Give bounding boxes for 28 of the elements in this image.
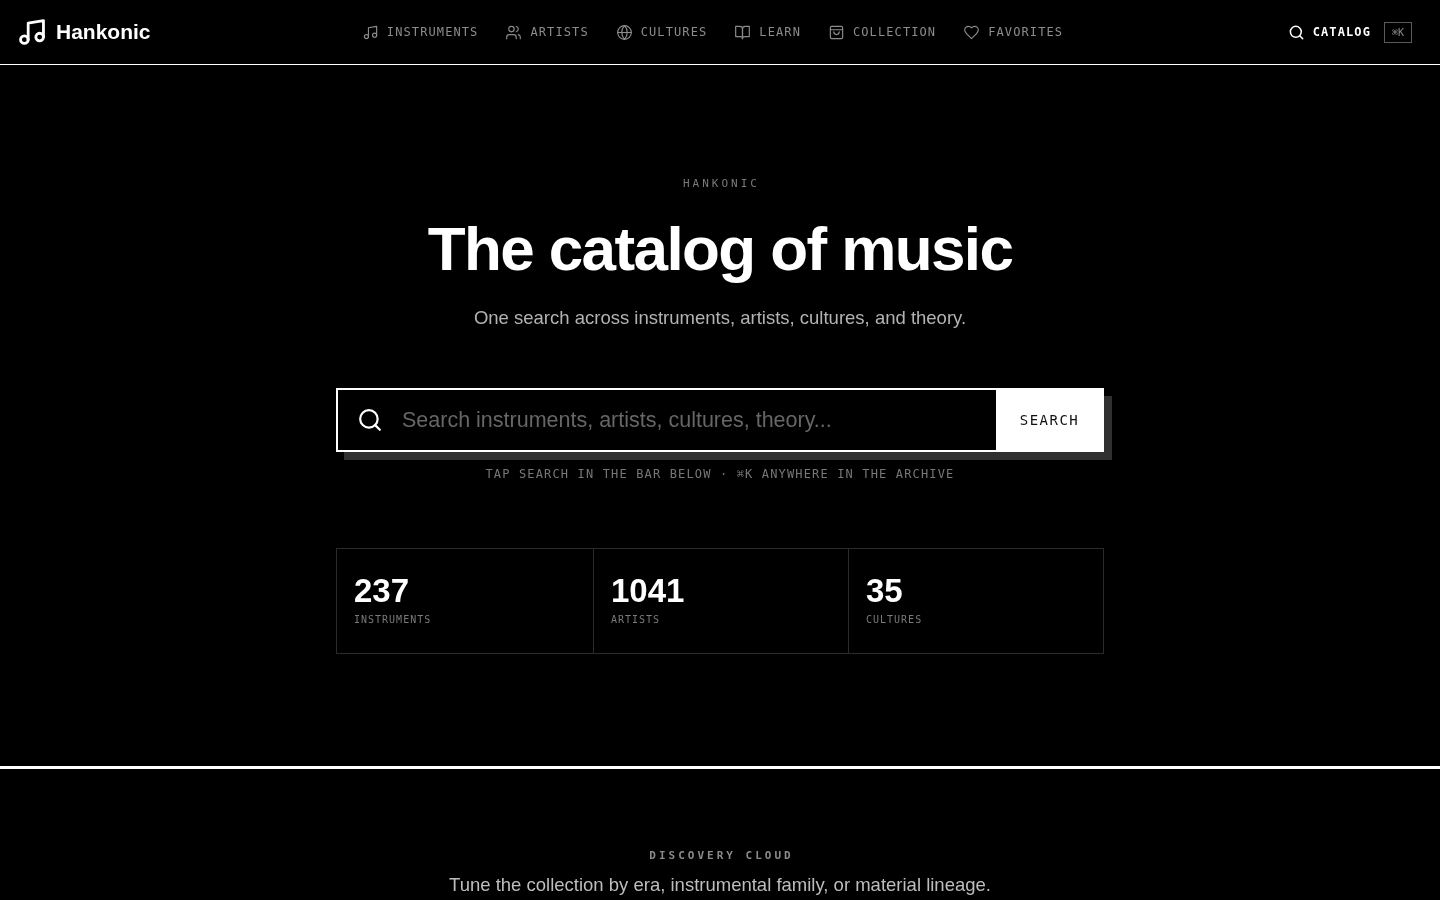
eyebrow-label: HANKONIC [682, 177, 760, 190]
section-label: DISCOVERY CLOUD [648, 849, 794, 862]
stat-label: CULTURES [866, 614, 923, 626]
search-icon [1288, 24, 1304, 40]
globe-icon [616, 24, 632, 40]
book-icon [735, 24, 751, 40]
people-icon [506, 24, 522, 40]
nav-link[interactable]: ARTISTS [506, 24, 589, 40]
brand-name: Hankonic [56, 20, 151, 44]
shortcut-key: ⌘K [1384, 21, 1412, 43]
nav-link[interactable]: COLLECTION [828, 24, 937, 40]
nav-link[interactable]: FAVORITES [964, 24, 1064, 40]
section-description: Tune the collection by era, instrumental family, or material lineage. [449, 874, 991, 895]
stat-label: ARTISTS [611, 614, 661, 626]
stat-value: 237 [354, 573, 410, 609]
bag-icon [828, 24, 844, 40]
music-note-icon [18, 18, 46, 46]
music-note-icon [362, 24, 378, 40]
stat-label: INSTRUMENTS [354, 614, 432, 626]
stat-value: 35 [866, 573, 903, 609]
nav-link[interactable]: LEARN [735, 24, 801, 40]
stat-value: 1041 [611, 573, 685, 609]
nav-link[interactable]: INSTRUMENTS [362, 24, 479, 40]
heart-icon [964, 24, 980, 40]
nav-link[interactable]: CULTURES [616, 24, 708, 40]
search-hint: TAP SEARCH IN THE BAR BELOW · ⌘K ANYWHERE IN THE ARCHIVE [485, 467, 955, 482]
catalog-button[interactable]: CATALOG [1288, 24, 1371, 40]
hero-subtitle: One search across instruments, artists, cultures, and theory. [473, 307, 967, 329]
